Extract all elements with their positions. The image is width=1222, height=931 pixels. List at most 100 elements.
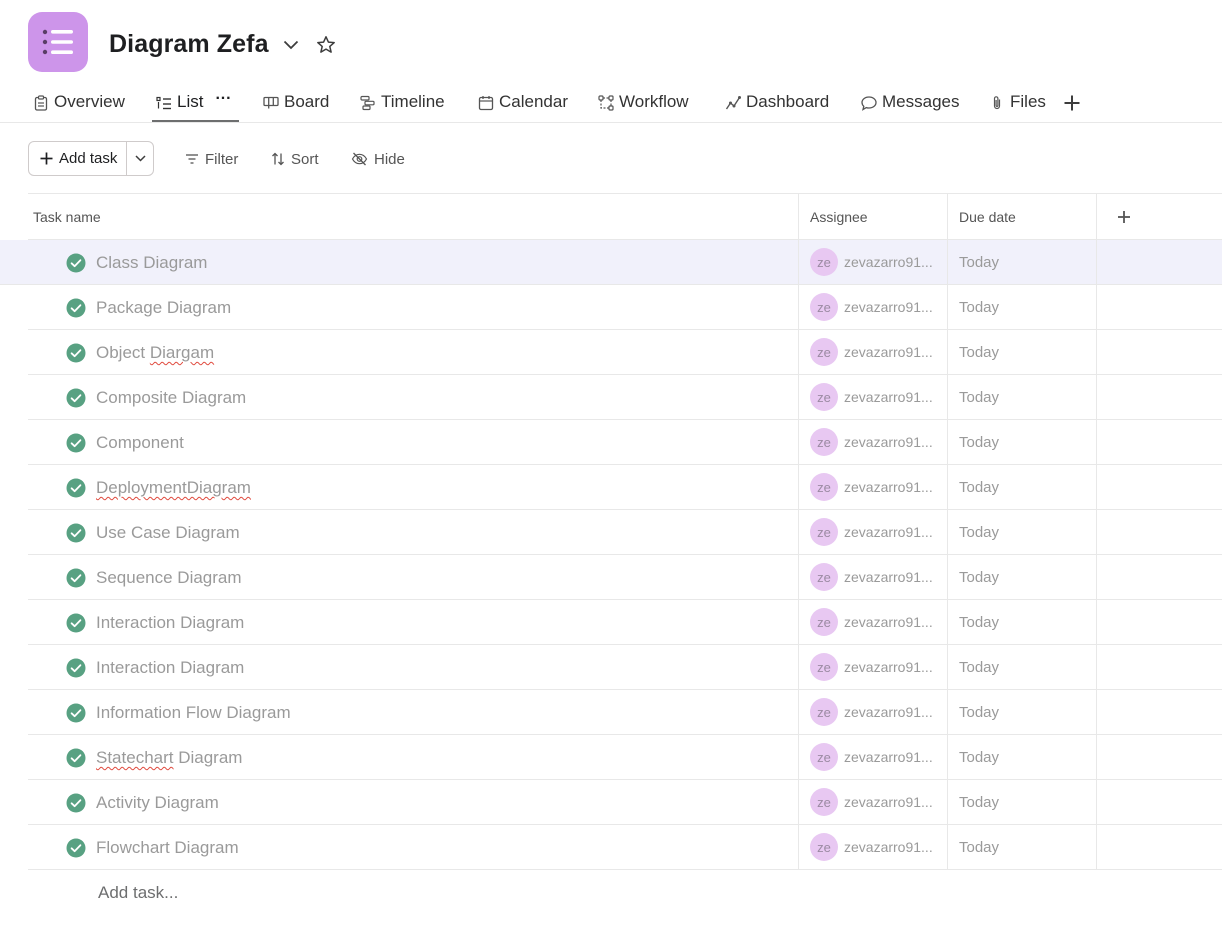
completed-check-icon[interactable] <box>66 253 86 273</box>
table-row[interactable]: Sequence Diagram ze zevazarro91... Today <box>28 555 1222 600</box>
project-menu-chevron[interactable] <box>280 34 302 56</box>
add-column-button[interactable] <box>1096 194 1222 240</box>
due-date-cell[interactable]: Today <box>947 780 1097 824</box>
avatar: ze <box>810 653 838 681</box>
assignee-cell[interactable]: ze zevazarro91... <box>798 420 948 464</box>
table-row[interactable]: Interaction Diagram ze zevazarro91... Today <box>28 645 1222 690</box>
tab-timeline[interactable]: Timeline <box>360 92 445 122</box>
tab-workflow[interactable]: Workflow <box>598 92 689 122</box>
due-date-cell[interactable]: Today <box>947 465 1097 509</box>
completed-check-icon[interactable] <box>66 658 86 678</box>
task-name[interactable]: Sequence Diagram <box>96 568 242 588</box>
message-icon <box>861 95 877 111</box>
add-task-inline[interactable]: Add task... <box>98 883 178 903</box>
completed-check-icon[interactable] <box>66 523 86 543</box>
completed-check-icon[interactable] <box>66 613 86 633</box>
task-name[interactable]: Interaction Diagram <box>96 613 244 633</box>
table-row[interactable]: Flowchart Diagram ze zevazarro91... Today <box>28 825 1222 870</box>
task-name[interactable]: Statechart Diagram <box>96 748 242 768</box>
assignee-cell[interactable]: ze zevazarro91... <box>798 285 948 329</box>
due-date-cell[interactable]: Today <box>947 375 1097 419</box>
assignee-cell[interactable]: ze zevazarro91... <box>798 465 948 509</box>
assignee-cell[interactable]: ze zevazarro91... <box>798 735 948 779</box>
completed-check-icon[interactable] <box>66 748 86 768</box>
task-name[interactable]: Class Diagram <box>96 253 207 273</box>
completed-check-icon[interactable] <box>66 478 86 498</box>
table-row[interactable]: Interaction Diagram ze zevazarro91... Today <box>28 600 1222 645</box>
completed-check-icon[interactable] <box>66 838 86 858</box>
task-name[interactable]: Flowchart Diagram <box>96 838 239 858</box>
completed-check-icon[interactable] <box>66 343 86 363</box>
due-date-cell[interactable]: Today <box>947 285 1097 329</box>
table-row[interactable]: Object Diargam ze zevazarro91... Today <box>28 330 1222 375</box>
due-date-cell[interactable]: Today <box>947 420 1097 464</box>
column-header-due-date[interactable]: Due date <box>947 194 1097 240</box>
due-date-cell[interactable]: Today <box>947 330 1097 374</box>
assignee-cell[interactable]: ze zevazarro91... <box>798 690 948 734</box>
task-name[interactable]: Object Diargam <box>96 343 214 363</box>
add-tab-button[interactable] <box>1061 92 1083 114</box>
assignee-cell[interactable]: ze zevazarro91... <box>798 780 948 824</box>
table-row[interactable]: Statechart Diagram ze zevazarro91... Today <box>28 735 1222 780</box>
column-header-task-name[interactable]: Task name <box>33 194 101 240</box>
table-row[interactable]: Information Flow Diagram ze zevazarro91...… <box>28 690 1222 735</box>
tab-calendar[interactable]: Calendar <box>478 92 568 122</box>
table-row[interactable]: Use Case Diagram ze zevazarro91... Today <box>28 510 1222 555</box>
assignee-cell[interactable]: ze zevazarro91... <box>798 555 948 599</box>
project-title[interactable]: Diagram Zefa <box>109 30 269 59</box>
hide-button[interactable]: Hide <box>351 147 405 171</box>
tab-files[interactable]: Files <box>989 92 1046 122</box>
due-date-cell[interactable]: Today <box>947 825 1097 869</box>
avatar: ze <box>810 338 838 366</box>
task-name[interactable]: Package Diagram <box>96 298 231 318</box>
assignee-cell[interactable]: ze zevazarro91... <box>798 645 948 689</box>
task-name[interactable]: Use Case Diagram <box>96 523 240 543</box>
assignee-cell[interactable]: ze zevazarro91... <box>798 330 948 374</box>
tab-overview[interactable]: Overview <box>33 92 125 122</box>
due-date-cell[interactable]: Today <box>947 600 1097 644</box>
due-date-cell[interactable]: Today <box>947 240 1097 284</box>
due-date-cell[interactable]: Today <box>947 555 1097 599</box>
table-row[interactable]: Composite Diagram ze zevazarro91... Today <box>28 375 1222 420</box>
due-date-cell[interactable]: Today <box>947 735 1097 779</box>
add-task-button[interactable]: Add task <box>29 142 127 175</box>
task-name[interactable]: DeploymentDiagram <box>96 478 251 498</box>
assignee-cell[interactable]: ze zevazarro91... <box>798 510 948 554</box>
table-row[interactable]: DeploymentDiagram ze zevazarro91... Today <box>28 465 1222 510</box>
tab-dashboard[interactable]: Dashboard <box>725 92 829 122</box>
assignee-cell[interactable]: ze zevazarro91... <box>798 375 948 419</box>
task-name[interactable]: Composite Diagram <box>96 388 246 408</box>
task-name[interactable]: Activity Diagram <box>96 793 219 813</box>
filter-button[interactable]: Filter <box>185 147 238 171</box>
task-name[interactable]: Information Flow Diagram <box>96 703 291 723</box>
assignee-cell[interactable]: ze zevazarro91... <box>798 240 948 284</box>
table-row[interactable]: Package Diagram ze zevazarro91... Today <box>28 285 1222 330</box>
completed-check-icon[interactable] <box>66 433 86 453</box>
empty-cell <box>1096 645 1222 689</box>
completed-check-icon[interactable] <box>66 703 86 723</box>
task-name[interactable]: Component <box>96 433 184 453</box>
add-task-dropdown[interactable] <box>127 142 153 175</box>
tab-messages[interactable]: Messages <box>861 92 959 122</box>
due-date-cell[interactable]: Today <box>947 690 1097 734</box>
project-icon[interactable] <box>28 12 88 72</box>
table-row[interactable]: Activity Diagram ze zevazarro91... Today <box>28 780 1222 825</box>
task-name[interactable]: Interaction Diagram <box>96 658 244 678</box>
assignee-cell[interactable]: ze zevazarro91... <box>798 825 948 869</box>
tab-list[interactable]: List ··· <box>152 91 239 122</box>
assignee-cell[interactable]: ze zevazarro91... <box>798 600 948 644</box>
more-options-icon[interactable]: ··· <box>215 91 231 107</box>
completed-check-icon[interactable] <box>66 568 86 588</box>
sort-button[interactable]: Sort <box>271 147 319 171</box>
favorite-star-button[interactable] <box>314 33 338 57</box>
avatar: ze <box>810 518 838 546</box>
table-row[interactable]: Class Diagram ze zevazarro91... Today <box>0 240 1222 285</box>
column-header-assignee[interactable]: Assignee <box>798 194 948 240</box>
table-row[interactable]: Component ze zevazarro91... Today <box>28 420 1222 465</box>
completed-check-icon[interactable] <box>66 388 86 408</box>
completed-check-icon[interactable] <box>66 298 86 318</box>
tab-board[interactable]: Board <box>263 92 329 122</box>
due-date-cell[interactable]: Today <box>947 510 1097 554</box>
due-date-cell[interactable]: Today <box>947 645 1097 689</box>
completed-check-icon[interactable] <box>66 793 86 813</box>
